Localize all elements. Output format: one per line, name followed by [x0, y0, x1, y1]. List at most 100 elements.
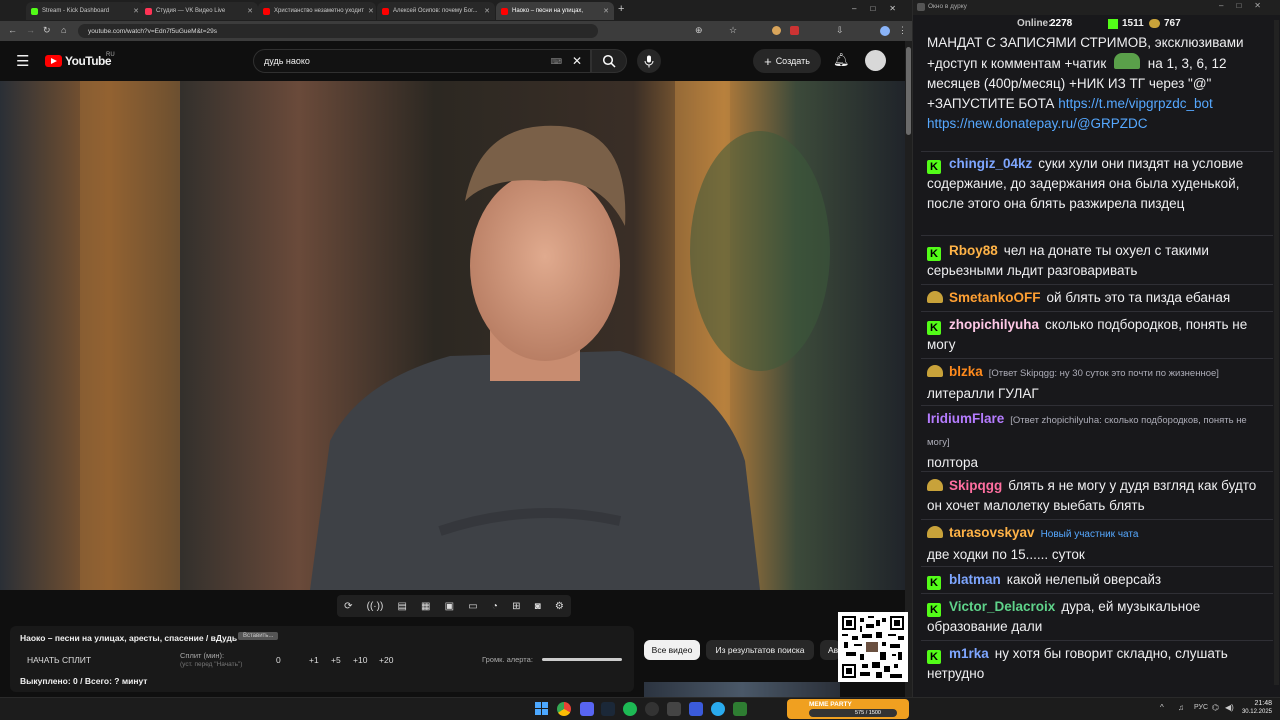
- donate-link[interactable]: https://new.donatepay.ru/@GRPZDC: [927, 116, 1148, 131]
- theater-icon[interactable]: ▭: [468, 601, 477, 612]
- windows-start-icon[interactable]: [535, 702, 548, 715]
- close-icon[interactable]: ✕: [247, 7, 253, 15]
- chat-message: Kzhopichilyuha сколько подбородков, понят…: [927, 315, 1267, 355]
- hamburger-menu-icon[interactable]: ☰: [16, 52, 29, 70]
- search-input[interactable]: дудь наоко ⌨ ✕: [253, 49, 591, 73]
- plus-10-button[interactable]: +10: [353, 655, 367, 665]
- forward-icon[interactable]: →: [26, 25, 35, 35]
- chip-from-search[interactable]: Из результатов поиска: [706, 640, 814, 660]
- chat-username[interactable]: IridiumFlare: [927, 411, 1004, 426]
- speed-icon[interactable]: ◔: [492, 601, 498, 612]
- start-split-button[interactable]: НАЧАТЬ СПЛИТ: [27, 655, 91, 665]
- window-controls[interactable]: –□✕: [852, 4, 910, 13]
- chat-username[interactable]: Rboy88: [949, 243, 998, 258]
- search-button[interactable]: [591, 49, 627, 73]
- tab-youtube-active[interactable]: Наоко – песни на улицах, ✕: [496, 2, 614, 20]
- chip-all-videos[interactable]: Все видео: [644, 640, 700, 660]
- language-indicator[interactable]: РУС: [1194, 704, 1208, 711]
- window-controls[interactable]: –□✕: [1219, 1, 1274, 10]
- page-scrollbar[interactable]: [905, 41, 912, 697]
- home-icon[interactable]: ⌂: [61, 25, 66, 35]
- back-icon[interactable]: ←: [8, 25, 17, 35]
- chat-message: Kchingiz_04kz суки хули они пиздят на усл…: [927, 154, 1267, 232]
- chrome-icon[interactable]: [557, 702, 571, 716]
- new-tab-button[interactable]: +: [618, 3, 624, 15]
- loop-icon[interactable]: ⟳: [344, 601, 352, 612]
- chat-username[interactable]: m1rka: [949, 646, 989, 661]
- extension-icon[interactable]: [790, 26, 799, 35]
- volume-icon[interactable]: ◀): [1225, 703, 1234, 712]
- tab-youtube-2[interactable]: Алексей Осипов: почему Бог... ✕: [377, 2, 495, 20]
- app-icon[interactable]: [667, 702, 681, 716]
- telegram-bot-link[interactable]: https://t.me/vipgrpzdc_bot: [1058, 96, 1213, 111]
- create-button[interactable]: + Создать: [753, 49, 821, 73]
- split-value[interactable]: 0: [276, 655, 281, 665]
- close-icon[interactable]: ✕: [368, 7, 374, 15]
- steam-icon[interactable]: [601, 702, 615, 716]
- tab-youtube-1[interactable]: Христианство незаметно уходит ✕: [258, 2, 376, 20]
- broadcast-icon[interactable]: ((·)): [367, 601, 384, 612]
- alert-volume-slider[interactable]: [542, 658, 622, 661]
- zoom-icon[interactable]: ⊕: [695, 25, 703, 36]
- obs-icon[interactable]: [645, 702, 659, 716]
- chat-username[interactable]: chingiz_04kz: [949, 156, 1032, 171]
- divider: [921, 593, 1273, 594]
- chat-scrollbar[interactable]: [1274, 20, 1279, 685]
- miniplayer-icon[interactable]: ▣: [445, 601, 454, 612]
- telegram-icon[interactable]: [711, 702, 725, 716]
- menu-dots-icon[interactable]: ⋮: [898, 25, 907, 36]
- screenshot-icon[interactable]: ◙: [535, 601, 541, 612]
- youtube-logo-icon[interactable]: [45, 55, 62, 67]
- url-field[interactable]: youtube.com/watch?v=Edn7f5uGueM&t=29s: [78, 24, 598, 38]
- tab-kick-dashboard[interactable]: Stream - Kick Dashboard ✕: [26, 2, 144, 20]
- chat-username[interactable]: Skipqgg: [949, 478, 1002, 493]
- chat-username[interactable]: tarasovskyav: [949, 525, 1035, 540]
- chat-username[interactable]: SmetankoOFF: [949, 290, 1041, 305]
- chat-username[interactable]: blzka: [949, 364, 983, 379]
- add-icon[interactable]: ⊞: [512, 601, 520, 612]
- bookmark-star-icon[interactable]: ☆: [729, 25, 737, 36]
- download-icon[interactable]: ⇩: [836, 25, 844, 36]
- meme-party-widget[interactable]: MEME PARTY 575 / 1500: [787, 699, 909, 719]
- chat-username[interactable]: zhopichilyuha: [949, 317, 1039, 332]
- tab-vk-studio[interactable]: Студия — VK Видео Live ✕: [140, 2, 258, 20]
- settings-gear-icon[interactable]: ⚙: [555, 601, 564, 612]
- close-icon[interactable]: ✕: [603, 7, 609, 15]
- media-player-icon[interactable]: [689, 702, 703, 716]
- chat-stats-bar: Online: 2278 1511 767: [913, 15, 1280, 35]
- plus-20-button[interactable]: +20: [379, 655, 393, 665]
- voice-search-button[interactable]: [637, 49, 661, 73]
- close-icon[interactable]: ✕: [133, 7, 139, 15]
- keyboard-icon[interactable]: ⌨: [550, 57, 562, 66]
- close-icon[interactable]: ✕: [484, 7, 490, 15]
- divider: [921, 519, 1273, 520]
- recommended-video-thumbnail[interactable]: [644, 682, 840, 697]
- chat-text: ой блять это та пизда ебаная: [1046, 290, 1231, 305]
- reload-icon[interactable]: ↻: [43, 25, 51, 36]
- network-icon[interactable]: ⌬: [1212, 703, 1219, 712]
- watch-later-icon[interactable]: ▤: [397, 601, 406, 612]
- tray-icon[interactable]: ♫: [1178, 703, 1184, 712]
- clear-search-icon[interactable]: ✕: [572, 54, 582, 68]
- notifications-bell-icon[interactable]: 🔔︎: [833, 52, 850, 68]
- chip-author[interactable]: Ав: [820, 640, 840, 660]
- clock-date[interactable]: 30.12.2025: [1236, 709, 1272, 715]
- plus-1-button[interactable]: +1: [309, 655, 319, 665]
- chat-username[interactable]: blatman: [949, 572, 1001, 587]
- profile-avatar[interactable]: [880, 26, 890, 36]
- pepe-badge-icon: [927, 291, 943, 303]
- insert-button[interactable]: Вставить...: [238, 632, 279, 640]
- scrollbar-thumb[interactable]: [906, 47, 911, 135]
- account-avatar[interactable]: [865, 50, 886, 71]
- app-icon[interactable]: [733, 702, 747, 716]
- chat-username[interactable]: Victor_Delacroix: [949, 599, 1055, 614]
- spotify-icon[interactable]: [623, 702, 637, 716]
- youtube-logo-text[interactable]: YouTube: [65, 54, 112, 68]
- clock-time[interactable]: 21:48: [1244, 700, 1272, 707]
- tray-chevron-icon[interactable]: ^: [1160, 703, 1164, 712]
- video-player[interactable]: [0, 81, 905, 590]
- clip-icon[interactable]: ▦: [421, 601, 430, 612]
- discord-icon[interactable]: [580, 702, 594, 716]
- extension-icon[interactable]: [772, 26, 781, 35]
- plus-5-button[interactable]: +5: [331, 655, 341, 665]
